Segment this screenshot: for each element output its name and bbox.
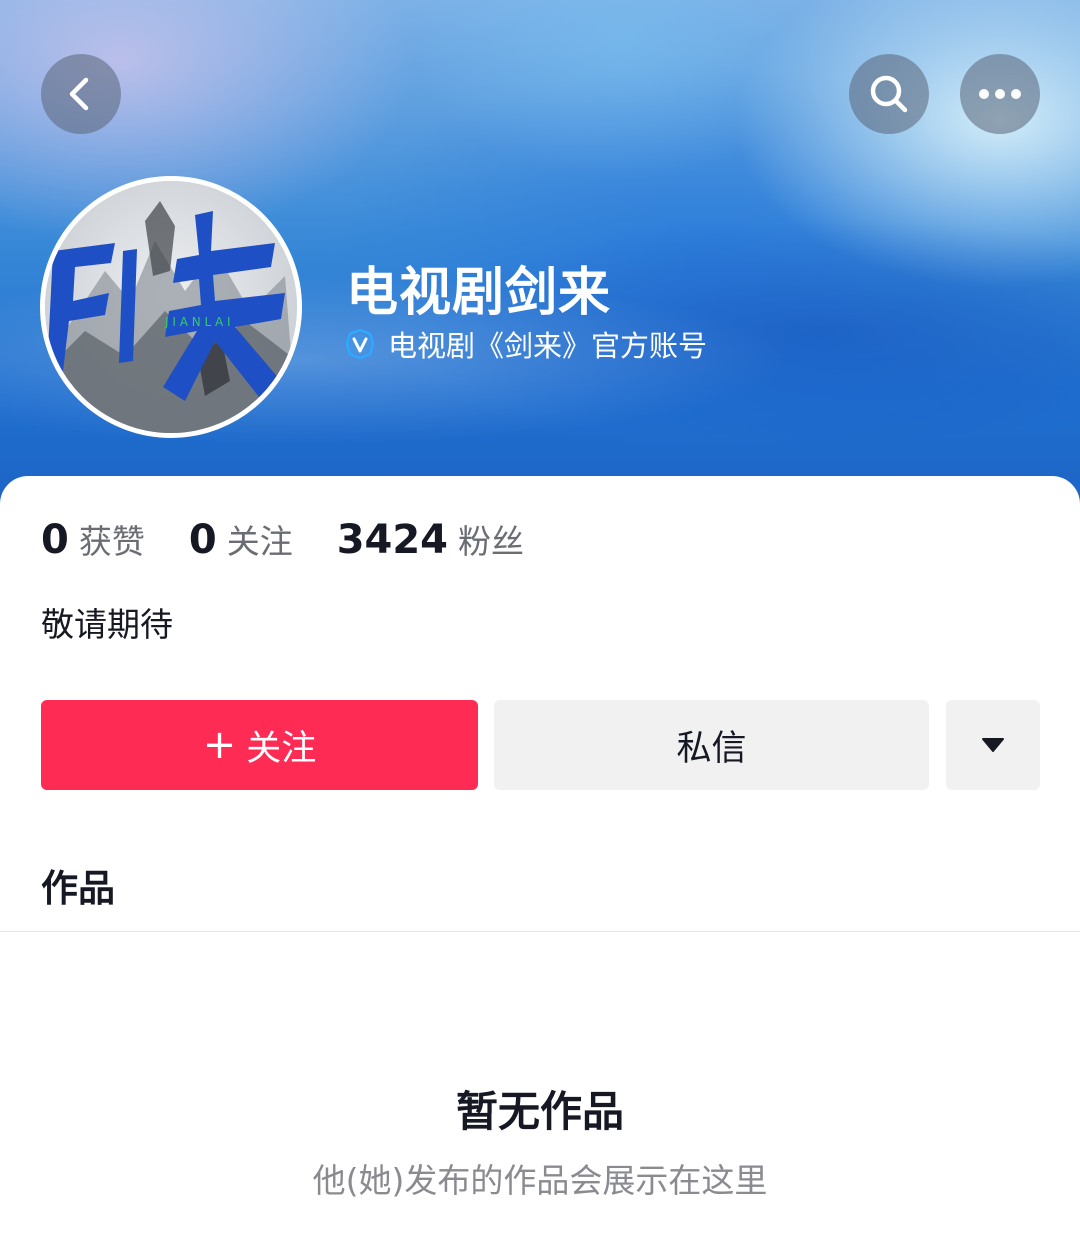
message-button[interactable]: 私信 <box>494 700 929 790</box>
profile-stats: 0 获赞 0 关注 3424 粉丝 <box>41 515 568 567</box>
more-horizontal-icon <box>979 89 1021 99</box>
stat-followers[interactable]: 3424 粉丝 <box>337 515 524 563</box>
more-actions-dropdown-button[interactable] <box>946 700 1040 790</box>
caret-down-icon <box>982 738 1004 752</box>
message-button-label: 私信 <box>676 728 747 769</box>
avatar-image: J I A N L A I <box>45 181 297 433</box>
stat-followers-value: 3424 <box>336 517 449 563</box>
stat-likes-value: 0 <box>41 517 69 563</box>
back-button[interactable] <box>41 54 121 134</box>
verified-v-icon <box>345 328 375 360</box>
search-button[interactable] <box>849 54 929 134</box>
profile-nickname: 电视剧剑来 <box>346 263 612 323</box>
stat-likes-label: 获赞 <box>78 522 145 561</box>
avatar[interactable]: J I A N L A I <box>40 176 302 438</box>
tab-divider <box>0 931 1080 932</box>
stat-following[interactable]: 0 关注 <box>189 515 293 563</box>
stat-following-label: 关注 <box>226 522 293 561</box>
stat-followers-label: 粉丝 <box>458 522 525 561</box>
plus-icon: + <box>202 722 237 768</box>
follow-button[interactable]: + 关注 <box>41 700 478 790</box>
verification-row: 电视剧《剑来》官方账号 <box>344 324 707 364</box>
svg-text:J I A N L A I: J I A N L A I <box>164 315 231 329</box>
verification-text: 电视剧《剑来》官方账号 <box>388 329 708 363</box>
follow-button-label: 关注 <box>246 728 317 769</box>
search-icon <box>870 75 908 113</box>
tab-works[interactable]: 作品 <box>41 858 115 912</box>
profile-bio: 敬请期待 <box>41 605 173 644</box>
empty-state-subtitle: 他(她)发布的作品会展示在这里 <box>312 1161 768 1200</box>
more-options-button[interactable] <box>960 54 1040 134</box>
stat-likes[interactable]: 0 获赞 <box>41 515 145 563</box>
chevron-left-icon <box>69 77 89 111</box>
empty-state-title: 暂无作品 <box>455 1087 624 1136</box>
stat-following-value: 0 <box>188 517 217 563</box>
